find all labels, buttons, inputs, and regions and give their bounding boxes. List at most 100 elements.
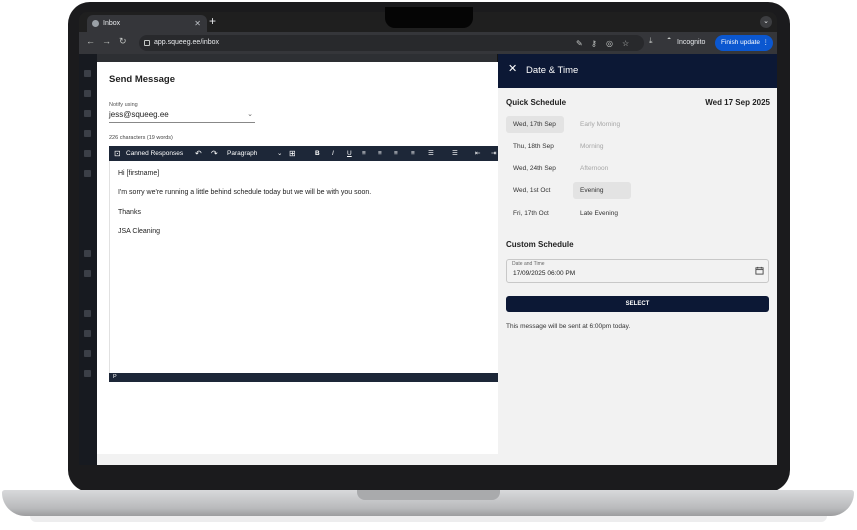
block-format-select[interactable]: Paragraph [227,146,257,161]
sidebar-nav-icon[interactable] [84,130,91,137]
site-info-icon[interactable] [144,40,150,46]
download-icon[interactable]: ⤓ [649,36,653,46]
notify-using-select[interactable]: jess@squeeg.ee ⌄ [109,110,255,123]
quick-date-option[interactable]: Wed, 1st Oct [506,182,564,199]
sidebar-nav-icon[interactable] [84,170,91,177]
schedule-info-text: This message will be sent at 6:00pm toda… [506,323,631,330]
message-editor[interactable]: Hi [firstname] I'm sorry we're running a… [109,161,499,373]
eye-off-icon[interactable]: ◎ [606,39,613,48]
date-time-panel: ✕ Date & Time Quick Schedule Wed 17 Sep … [498,54,777,465]
bookmark-star-icon[interactable]: ☆ [622,39,629,48]
tab-close-icon[interactable]: ✕ [194,15,201,32]
screen: Inbox ✕ + ⌄ ← → ↻ app.squeeg.ee/inbox ✎ … [79,12,777,465]
mic-off-icon[interactable]: ✎ [576,39,583,48]
panel-title: Date & Time [526,65,579,76]
calendar-icon[interactable] [755,266,764,275]
quick-time-option: Early Morning [580,121,621,128]
custom-schedule-title: Custom Schedule [506,240,574,249]
date-time-label: Date and Time [512,261,545,267]
browser-tab[interactable]: Inbox ✕ [87,15,207,32]
close-icon[interactable]: ✕ [508,62,517,75]
dialog-title: Send Message [109,74,175,85]
incognito-icon: ◓ [667,36,672,43]
outdent-icon[interactable]: ⇤ [475,146,480,161]
tab-search-icon[interactable]: ⌄ [760,16,772,28]
panel-header: ✕ Date & Time [498,54,777,88]
finish-update-button[interactable]: Finish update ⋮ [715,35,773,51]
sidebar-nav-icon[interactable] [84,250,91,257]
app-sidebar [79,54,97,465]
character-count: 226 characters (19 words) [109,135,173,141]
key-icon[interactable]: ⚷ [591,39,597,48]
date-time-value: 17/09/2025 06:00 PM [513,270,576,277]
redo-icon[interactable]: ↷ [211,146,218,161]
quick-time-option[interactable]: Evening [573,182,631,199]
tab-title: Inbox [103,20,121,27]
align-left-icon[interactable]: ≡ [362,146,366,161]
quick-time-option[interactable]: Late Evening [573,205,631,222]
bullet-list-icon[interactable]: ☰ [428,146,434,161]
chevron-down-icon: ⌄ [247,111,253,118]
new-tab-button[interactable]: + [209,14,216,28]
forward-icon[interactable]: → [102,36,111,46]
address-bar[interactable]: app.squeeg.ee/inbox ✎ ⚷ ◎ ☆ [139,35,644,51]
sidebar-nav-icon[interactable] [84,350,91,357]
table-icon[interactable]: ⊞ [289,146,296,161]
incognito-label: Incognito [677,39,706,46]
camera-notch [385,7,473,28]
editor-line: Hi [firstname] [118,170,160,177]
sidebar-nav-icon[interactable] [84,150,91,157]
sidebar-nav-icon[interactable] [84,270,91,277]
quick-date-option[interactable]: Thu, 18th Sep [506,138,564,155]
tab-favicon-icon [92,20,99,27]
sidebar-settings-icon[interactable] [84,370,91,377]
canned-responses-icon[interactable]: ⊡ [114,146,121,161]
notify-label: Notify using [109,102,138,108]
quick-time-option: Afternoon [580,165,609,172]
browser-toolbar: ← → ↻ app.squeeg.ee/inbox ✎ ⚷ ◎ ☆ ⤓ Inco… [79,32,777,54]
align-center-icon[interactable]: ≡ [378,146,382,161]
selected-date: Wed 17 Sep 2025 [705,98,770,107]
background-header [97,54,497,62]
date-time-field[interactable]: Date and Time 17/09/2025 06:00 PM [506,259,769,283]
finish-update-label: Finish update [721,39,761,46]
laptop-frame: Inbox ✕ + ⌄ ← → ↻ app.squeeg.ee/inbox ✎ … [0,0,857,530]
numbered-list-icon[interactable]: ☰ [452,146,458,161]
sidebar-inbox-icon[interactable] [84,70,91,77]
editor-line: JSA Cleaning [118,228,161,235]
editor-toolbar: ⊡ Canned Responses ↶ ↷ Paragraph ⌄ ⊞ B I… [109,146,499,161]
quick-date-option[interactable]: Fri, 17th Oct [506,205,564,222]
quick-schedule-title: Quick Schedule [506,98,567,107]
back-icon[interactable]: ← [86,36,95,46]
underline-icon[interactable]: U [347,146,352,161]
notify-value: jess@squeeg.ee [109,110,169,119]
laptop-base-notch [357,490,500,500]
quick-time-option: Morning [580,143,604,150]
editor-line: I'm sorry we're running a little behind … [118,189,372,196]
url-text: app.squeeg.ee/inbox [154,39,219,46]
more-vert-icon[interactable]: ⋮ [763,35,770,51]
sidebar-nav-icon[interactable] [84,330,91,337]
undo-icon[interactable]: ↶ [195,146,202,161]
laptop-shadow [30,516,827,522]
indent-icon[interactable]: ⇥ [491,146,496,161]
send-message-dialog: Send Message Notify using jess@squeeg.ee… [97,62,499,454]
align-justify-icon[interactable]: ≡ [411,146,415,161]
quick-date-option[interactable]: Wed, 17th Sep [506,116,564,133]
align-right-icon[interactable]: ≡ [394,146,398,161]
canned-responses-button[interactable]: Canned Responses [126,146,183,161]
italic-icon[interactable]: I [332,146,334,161]
reload-icon[interactable]: ↻ [119,36,127,47]
bold-icon[interactable]: B [315,146,320,161]
quick-date-option[interactable]: Wed, 24th Sep [506,160,564,177]
editor-status-bar: P [109,373,499,382]
sidebar-nav-icon[interactable] [84,310,91,317]
chevron-down-icon[interactable]: ⌄ [277,146,282,161]
element-path: P [113,374,117,380]
editor-line: Thanks [118,209,141,216]
incognito-indicator[interactable]: Incognito [665,35,709,51]
sidebar-calendar-icon[interactable] [84,110,91,117]
select-button[interactable]: SELECT [506,296,769,312]
dialog-footer [97,454,499,465]
sidebar-nav-icon[interactable] [84,90,91,97]
